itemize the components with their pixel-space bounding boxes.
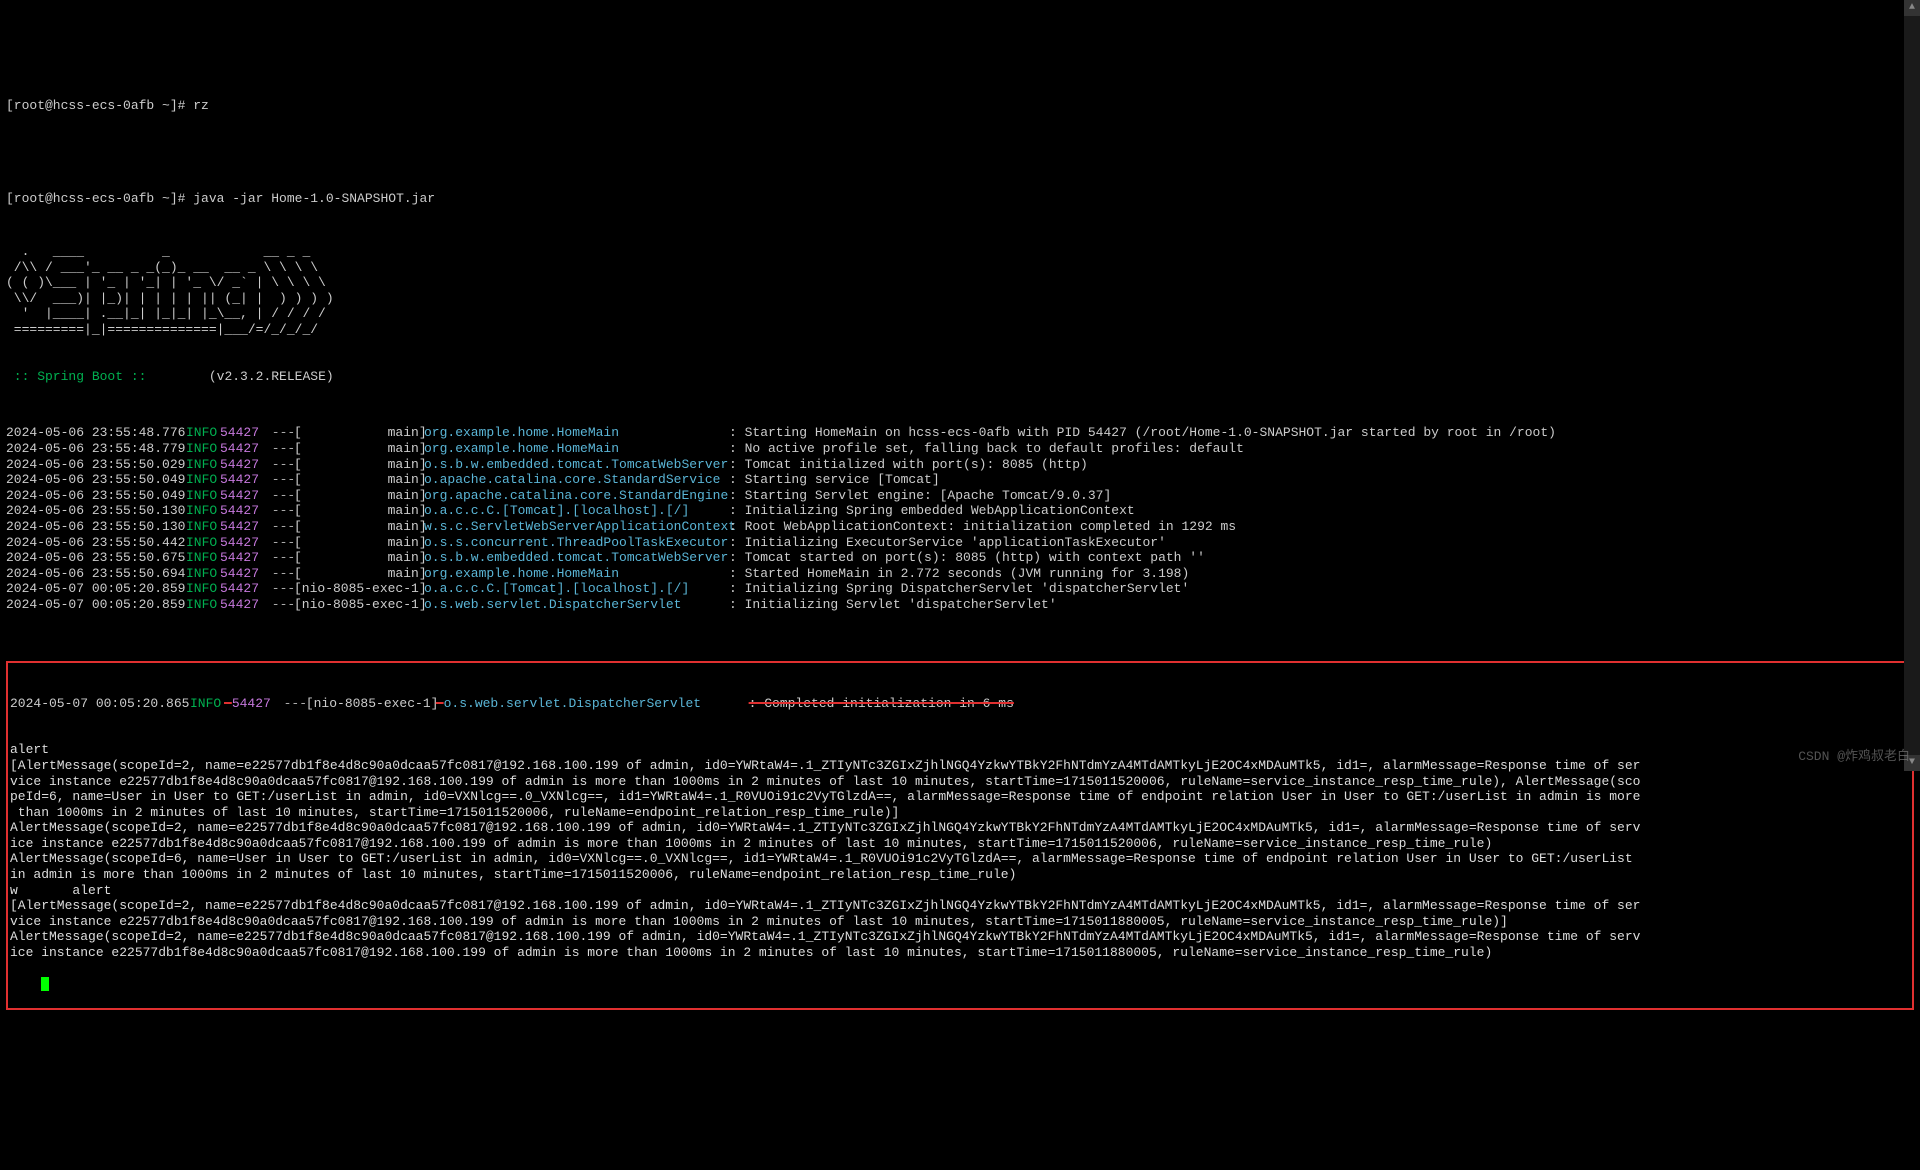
alert-line: vice instance e22577db1f8e4d8c90a0dcaa57… — [10, 774, 1910, 790]
log-line: 2024-05-06 23:55:50.049 INFO 54427 --- [… — [6, 472, 1914, 488]
log-lines: 2024-05-06 23:55:48.776 INFO 54427 --- [… — [6, 425, 1914, 612]
alert-line: [AlertMessage(scopeId=2, name=e22577db1f… — [10, 758, 1910, 774]
alert-highlight-region: 2024-05-07 00:05:20.865 INFO 54427 --- [… — [6, 661, 1914, 1010]
log-line: 2024-05-06 23:55:48.776 INFO 54427 --- [… — [6, 425, 1914, 441]
overwritten-log-line: 2024-05-07 00:05:20.865 INFO 54427 --- [… — [10, 696, 1910, 712]
alert-line: AlertMessage(scopeId=2, name=e22577db1f8… — [10, 929, 1910, 945]
terminal-cursor — [41, 977, 49, 991]
spring-ascii-banner: . ____ _ __ _ _ /\\ / ___'_ __ _ _(_)_ _… — [6, 244, 1914, 338]
log-line: 2024-05-06 23:55:48.779 INFO 54427 --- [… — [6, 441, 1914, 457]
alert-line: peId=6, name=User in User to GET:/userLi… — [10, 789, 1910, 805]
alert-line: ice instance e22577db1f8e4d8c90a0dcaa57f… — [10, 945, 1910, 961]
alert-line: AlertMessage(scopeId=6, name=User in Use… — [10, 851, 1910, 867]
alert-messages: alert[AlertMessage(scopeId=2, name=e2257… — [10, 742, 1910, 960]
spring-version: (v2.3.2.RELEASE) — [146, 369, 333, 384]
log-line: 2024-05-06 23:55:50.442 INFO 54427 --- [… — [6, 535, 1914, 551]
shell-prompt-2: [root@hcss-ecs-0afb ~]# java -jar Home-1… — [6, 191, 1914, 207]
alert-line: than 1000ms in 2 minutes of last 10 minu… — [10, 805, 1910, 821]
spring-boot-version-line: :: Spring Boot :: (v2.3.2.RELEASE) — [6, 369, 1914, 385]
alert-line: vice instance e22577db1f8e4d8c90a0dcaa57… — [10, 914, 1910, 930]
alert-line: ice instance e22577db1f8e4d8c90a0dcaa57f… — [10, 836, 1910, 852]
log-line: 2024-05-06 23:55:50.029 INFO 54427 --- [… — [6, 457, 1914, 473]
log-line: 2024-05-06 23:55:50.675 INFO 54427 --- [… — [6, 550, 1914, 566]
log-line: 2024-05-07 00:05:20.859 INFO 54427 --- [… — [6, 597, 1914, 613]
log-line: 2024-05-07 00:05:20.859 INFO 54427 --- [… — [6, 581, 1914, 597]
log-line: 2024-05-06 23:55:50.049 INFO 54427 --- [… — [6, 488, 1914, 504]
shell-prompt-1: [root@hcss-ecs-0afb ~]# rz — [6, 98, 1914, 114]
watermark-text: CSDN @炸鸡叔老白 — [1798, 749, 1910, 765]
alert-line: [AlertMessage(scopeId=2, name=e22577db1f… — [10, 898, 1910, 914]
alert-line: alert — [10, 742, 1910, 758]
log-line: 2024-05-06 23:55:50.130 INFO 54427 --- [… — [6, 519, 1914, 535]
log-line: 2024-05-06 23:55:50.694 INFO 54427 --- [… — [6, 566, 1914, 582]
scroll-up-button[interactable]: ▲ — [1904, 0, 1920, 16]
terminal-output[interactable]: [root@hcss-ecs-0afb ~]# rz [root@hcss-ec… — [0, 62, 1920, 1030]
blank-line — [6, 144, 1914, 160]
vertical-scrollbar[interactable]: ▲ ▼ — [1904, 0, 1920, 771]
alert-line: w alert — [10, 883, 1910, 899]
log-line: 2024-05-06 23:55:50.130 INFO 54427 --- [… — [6, 503, 1914, 519]
spring-boot-label: :: Spring Boot :: — [6, 369, 146, 384]
alert-line: in admin is more than 1000ms in 2 minute… — [10, 867, 1910, 883]
alert-line: AlertMessage(scopeId=2, name=e22577db1f8… — [10, 820, 1910, 836]
